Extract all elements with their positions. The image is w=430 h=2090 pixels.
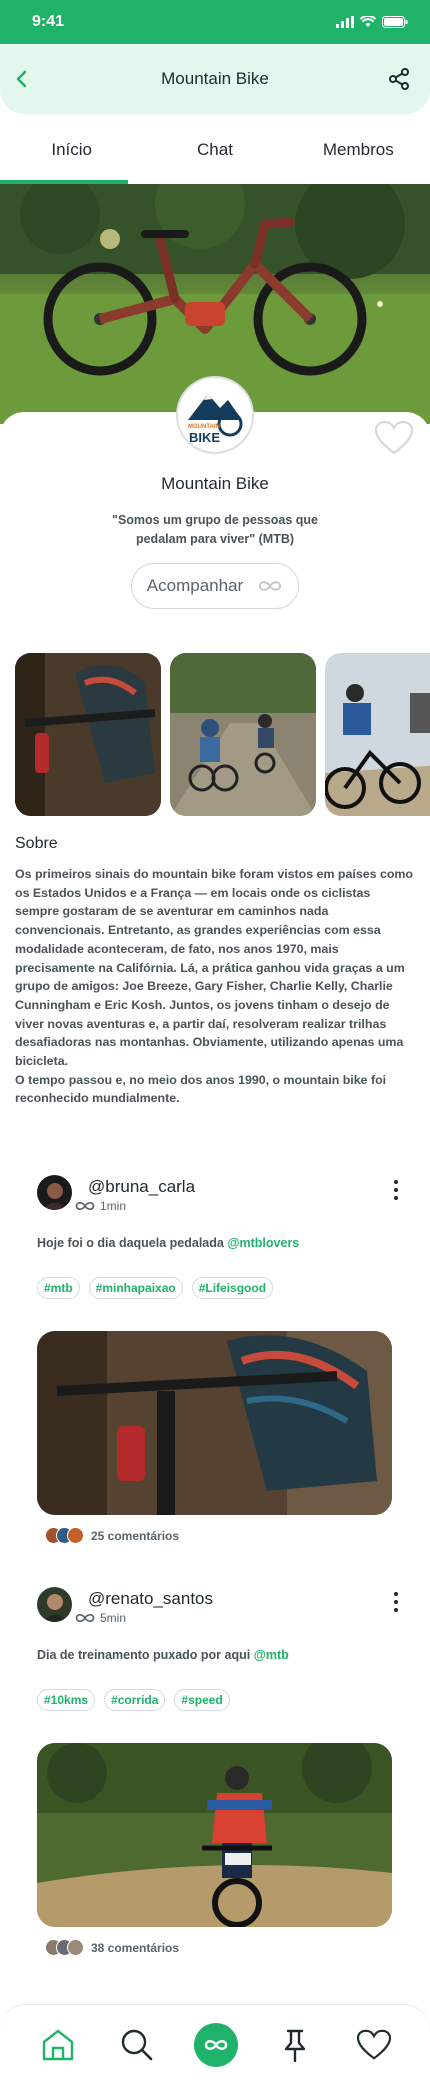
comments-summary[interactable]: 38 comentários: [45, 1939, 179, 1956]
nav-infinity[interactable]: [194, 2023, 238, 2067]
commenter-avatars: [45, 1527, 84, 1544]
hashtag-chip[interactable]: #10kms: [37, 1689, 96, 1711]
comments-count: 25 comentários: [91, 1528, 180, 1543]
tab-inicio[interactable]: Início: [0, 130, 143, 184]
post-image[interactable]: [37, 1743, 392, 1927]
follow-label: Acompanhar: [146, 576, 244, 595]
avatar[interactable]: [37, 1175, 72, 1210]
about-title: Sobre: [15, 835, 58, 852]
comments-summary[interactable]: 25 comentários: [45, 1527, 179, 1544]
infinity-icon: [259, 581, 282, 591]
nav-home[interactable]: [36, 2023, 80, 2067]
nav-search[interactable]: [115, 2023, 159, 2067]
post-time-label: 5min: [100, 1611, 127, 1625]
post-mention[interactable]: @mtblovers: [227, 1236, 299, 1250]
post-text-body: Hoje foi o dia daquela pedalada: [37, 1236, 228, 1250]
hashtag-chip[interactable]: #speed: [174, 1689, 230, 1711]
tab-bar: Início Chat Membros: [0, 130, 430, 184]
app-header: Mountain Bike: [0, 44, 430, 114]
battery-icon: [382, 16, 408, 28]
post-mention[interactable]: @mtb: [254, 1648, 289, 1662]
hashtag-chip[interactable]: #mtb: [37, 1277, 80, 1299]
favorite-button[interactable]: [374, 420, 414, 456]
bottom-navigation: [0, 2004, 430, 2090]
post-username[interactable]: @renato_santos: [88, 1589, 213, 1609]
nav-favorites[interactable]: [352, 2023, 396, 2067]
post-text: Dia de treinamento puxado por aqui @mtb: [37, 1648, 289, 1662]
chevron-left-icon: [16, 70, 27, 88]
gallery-photo[interactable]: [170, 653, 316, 816]
home-icon: [42, 2029, 74, 2061]
post-time-label: 1min: [100, 1199, 127, 1213]
status-icons: [336, 16, 408, 28]
about-text: Os primeiros sinais do mountain bike for…: [15, 865, 417, 1108]
about-paragraph: O tempo passou e, no meio dos anos 1990,…: [15, 1072, 387, 1106]
commenter-avatars: [45, 1939, 84, 1956]
page-title: Mountain Bike: [161, 69, 269, 88]
post-image[interactable]: [37, 1331, 392, 1515]
hashtag-chip[interactable]: #minhapaixao: [88, 1277, 183, 1299]
group-description: "Somos um grupo de pessoas que pedalam p…: [112, 513, 318, 546]
tag-row: #mtb #minhapaixao #Lifeisgood: [37, 1277, 274, 1299]
dot: [394, 1592, 398, 1596]
tag-row: #10kms #corrida #speed: [37, 1689, 230, 1711]
dot: [394, 1608, 398, 1612]
group-logo: MOUNTAIN BIKE: [176, 376, 254, 454]
pin-icon: [284, 2029, 306, 2062]
tab-membros[interactable]: Membros: [287, 130, 430, 184]
share-icon: [389, 68, 409, 90]
more-options-button[interactable]: [389, 1177, 403, 1203]
heart-icon: [374, 420, 414, 455]
share-button[interactable]: [384, 64, 414, 94]
post-time: 5min: [74, 1611, 126, 1625]
signal-icon: [336, 16, 354, 28]
infinity-icon: [75, 1613, 95, 1623]
avatar: [67, 1527, 84, 1544]
dot: [394, 1600, 398, 1604]
infinity-icon: [75, 1201, 95, 1211]
group-name: Mountain Bike: [161, 474, 269, 493]
dot: [394, 1188, 398, 1192]
about-paragraph: Os primeiros sinais do mountain bike for…: [15, 867, 413, 1069]
dot: [394, 1180, 398, 1184]
nav-pin[interactable]: [273, 2023, 317, 2067]
post-text-body: Dia de treinamento puxado por aqui: [37, 1648, 254, 1662]
post-time: 1min: [74, 1199, 126, 1213]
photo-gallery[interactable]: [15, 653, 430, 816]
post-text: Hoje foi o dia daquela pedalada @mtblove…: [37, 1236, 299, 1250]
status-time: 9:41: [32, 13, 65, 30]
wifi-icon: [360, 16, 376, 27]
status-bar: 9:41: [0, 0, 430, 44]
heart-icon: [356, 2029, 392, 2060]
avatar: [67, 1939, 84, 1956]
tab-chat[interactable]: Chat: [143, 130, 286, 184]
infinity-icon: [204, 2040, 228, 2050]
back-button[interactable]: [8, 65, 36, 93]
svg-text:BIKE: BIKE: [189, 430, 220, 445]
hashtag-chip[interactable]: #Lifeisgood: [191, 1277, 274, 1299]
follow-button[interactable]: Acompanhar: [131, 563, 299, 609]
dot: [394, 1196, 398, 1200]
post-username[interactable]: @bruna_carla: [88, 1177, 195, 1197]
gallery-photo[interactable]: [15, 653, 161, 816]
search-icon: [121, 2029, 153, 2061]
gallery-photo[interactable]: [325, 653, 430, 816]
comments-count: 38 comentários: [91, 1940, 180, 1955]
mountain-bike-logo-icon: MOUNTAIN BIKE: [188, 394, 243, 445]
more-options-button[interactable]: [389, 1589, 403, 1615]
avatar[interactable]: [37, 1587, 72, 1622]
hashtag-chip[interactable]: #corrida: [104, 1689, 166, 1711]
